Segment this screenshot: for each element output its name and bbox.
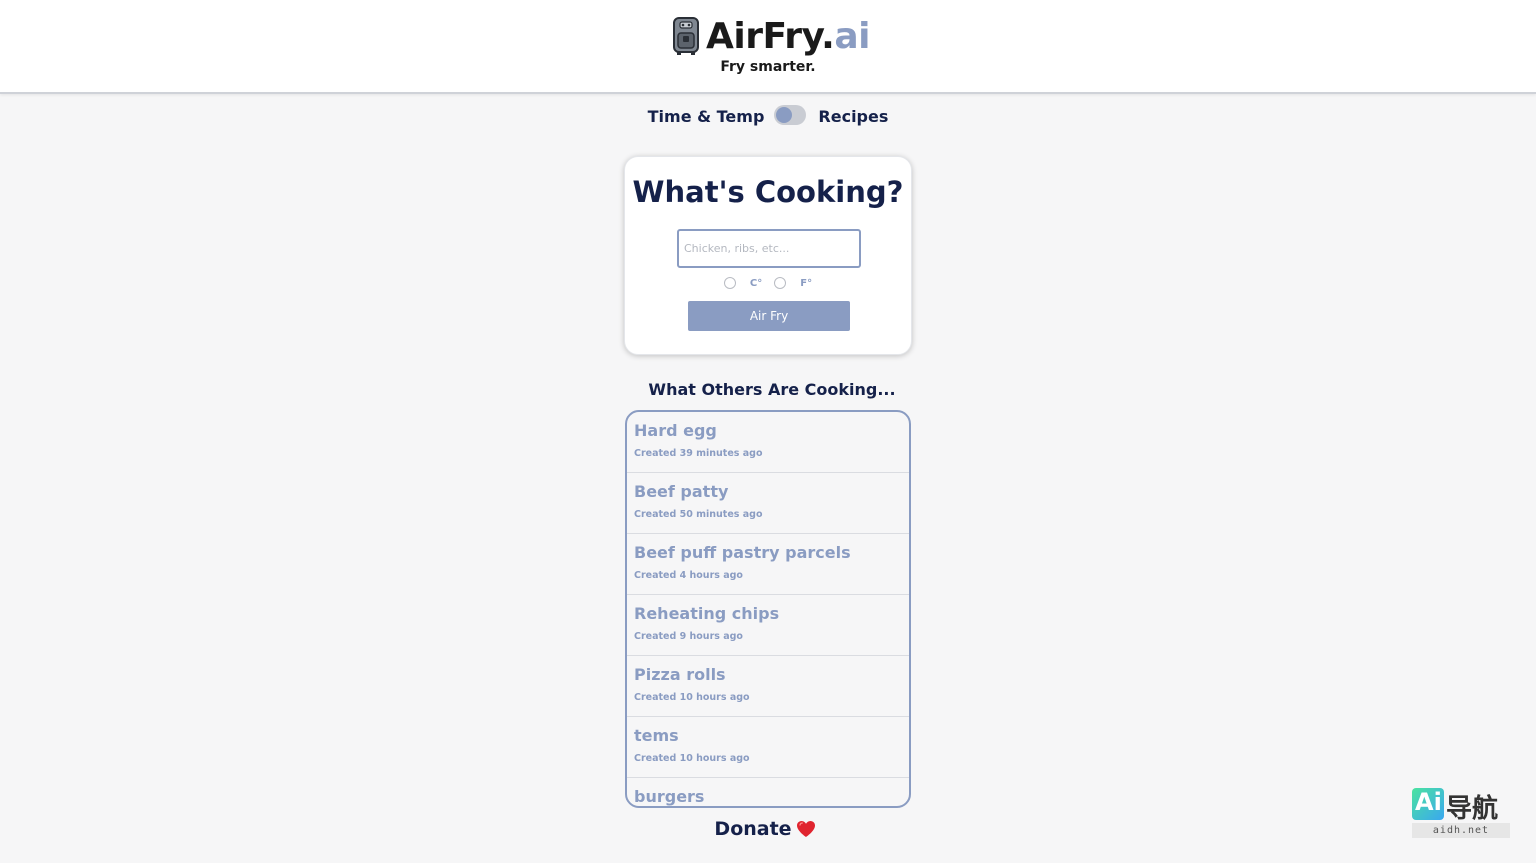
mode-label-recipes[interactable]: Recipes	[818, 107, 888, 126]
list-item[interactable]: tems Created 10 hours ago	[627, 717, 909, 778]
recent-list[interactable]: Hard egg Created 39 minutes ago Beef pat…	[625, 410, 911, 808]
item-title: tems	[634, 726, 679, 745]
item-title: Beef patty	[634, 482, 729, 501]
list-item[interactable]: Beef puff pastry parcels Created 4 hours…	[627, 534, 909, 595]
air-fry-button[interactable]: Air Fry	[688, 301, 850, 331]
item-created: Created 50 minutes ago	[634, 509, 763, 520]
list-item[interactable]: burgers	[627, 778, 909, 806]
item-created: Created 4 hours ago	[634, 570, 743, 581]
fahrenheit-radio[interactable]	[774, 277, 787, 289]
item-created: Created 10 hours ago	[634, 692, 750, 703]
watermark-cn-text: 导航	[1446, 794, 1499, 824]
recent-heading: What Others Are Cooking...	[648, 380, 896, 399]
item-title: burgers	[634, 787, 705, 806]
celsius-radio[interactable]	[723, 277, 736, 289]
item-title: Reheating chips	[634, 604, 780, 623]
list-item[interactable]: Beef patty Created 50 minutes ago	[627, 473, 909, 534]
list-item[interactable]: Pizza rolls Created 10 hours ago	[627, 656, 909, 717]
air-fryer-icon	[673, 17, 699, 55]
item-title: Hard egg	[634, 421, 717, 440]
search-card: What's Cooking? C° F° Air Fry	[624, 156, 912, 355]
item-created: Created 10 hours ago	[634, 753, 750, 764]
mode-switch: Time & Temp Recipes	[0, 105, 1536, 126]
item-created: Created 39 minutes ago	[634, 448, 763, 459]
logo[interactable]: AirFry. ai	[672, 14, 870, 58]
donate-link[interactable]: Donate	[0, 818, 1536, 840]
heart-icon	[796, 821, 815, 837]
mode-label-time-temp[interactable]: Time & Temp	[648, 107, 765, 126]
tagline: Fry smarter.	[720, 59, 816, 75]
item-created: Created 9 hours ago	[634, 631, 743, 642]
list-item[interactable]: Hard egg Created 39 minutes ago	[627, 412, 909, 473]
watermark: Ai 导航 aidh.net	[1412, 788, 1512, 840]
item-title: Pizza rolls	[634, 665, 726, 684]
card-title: What's Cooking?	[632, 175, 904, 209]
brand-name: AirFry.	[706, 15, 835, 57]
item-title: Beef puff pastry parcels	[634, 543, 851, 562]
food-search-input[interactable]	[677, 229, 861, 268]
celsius-label: C°	[749, 277, 763, 289]
fahrenheit-label: F°	[800, 277, 813, 289]
mode-toggle[interactable]	[774, 105, 807, 125]
list-item[interactable]: Reheating chips Created 9 hours ago	[627, 595, 909, 656]
toggle-knob	[776, 107, 793, 123]
watermark-logo-text: Ai	[1415, 788, 1442, 816]
watermark-url: aidh.net	[1412, 823, 1510, 838]
unit-selector: C° F°	[625, 277, 911, 289]
donate-label: Donate	[714, 818, 792, 840]
site-header: AirFry. ai Fry smarter.	[0, 0, 1536, 94]
brand-name-accent: ai	[834, 15, 870, 57]
